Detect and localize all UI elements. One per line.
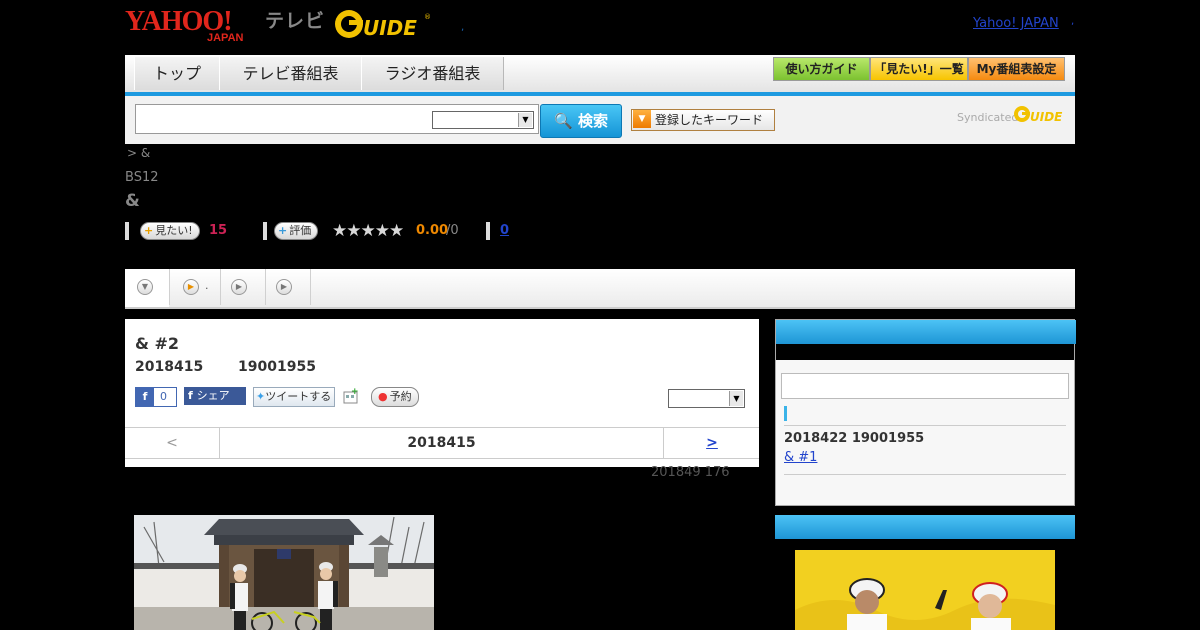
next-episode-datetime: 2018422 19001955 — [784, 431, 925, 446]
nav-tab-radio-schedule[interactable]: ラジオ番組表 — [361, 57, 504, 90]
rating-stars: ★★★★★ — [332, 221, 404, 241]
yahoo-japan-link[interactable]: Yahoo! JAPAN — [973, 16, 1059, 31]
rate-label: 評価 — [289, 224, 312, 237]
svg-text:®: ® — [424, 13, 431, 21]
plus-icon: + — [144, 224, 154, 237]
sidebar-field[interactable] — [781, 373, 1069, 399]
divider — [784, 425, 1066, 426]
registered-keywords-label: 登録したキーワード — [655, 113, 764, 127]
next-episode-panel: 2018422 19001955 & #1 — [775, 319, 1076, 506]
divider — [486, 222, 490, 240]
svg-text:+: + — [351, 388, 359, 397]
section-marker — [784, 406, 787, 421]
plus-icon: + — [278, 224, 288, 237]
program-banner-image[interactable] — [795, 550, 1055, 630]
current-date: 2018415 — [407, 435, 476, 451]
reserve-recording-button[interactable]: ● 予約 — [371, 387, 419, 407]
next-date-link[interactable]: > — [663, 428, 760, 458]
want-to-watch-button[interactable]: + 見たい! — [140, 222, 200, 240]
tab-3-play-icon[interactable]: ▶ — [231, 279, 247, 295]
sidebar-section-header — [775, 515, 1075, 539]
search-bar: ▼ 🔍 検索 ▼ 登録したキーワード Syndicated UIDE — [125, 96, 1075, 144]
watch-list-button[interactable]: 「見たい!」一覧 — [870, 57, 968, 81]
panel-strip — [776, 344, 1074, 360]
date-navigation: < 2018415 > — [125, 427, 759, 459]
search-category-select[interactable]: ▼ — [432, 111, 534, 129]
episode-panel: & #2 2018415 19001955 f0 f シェア ✦ツイートする +… — [125, 319, 759, 467]
episode-date: 2018415 — [135, 359, 204, 375]
chevron-down-icon: ▼ — [729, 391, 743, 406]
tab-2-play-icon[interactable]: ▶ — [183, 279, 199, 295]
tab-2-label[interactable]: . — [205, 279, 209, 292]
divider — [784, 474, 1066, 475]
twitter-bird-icon: ✦ — [256, 390, 266, 403]
chevron-down-icon: ▼ — [518, 113, 532, 127]
header-mark: , — [461, 22, 465, 33]
episode-title: & #2 — [135, 334, 180, 353]
svg-text:JAPAN: JAPAN — [207, 32, 244, 42]
search-icon: 🔍 — [554, 112, 573, 130]
divider — [220, 269, 221, 305]
registered-keywords-button[interactable]: ▼ 登録したキーワード — [631, 109, 775, 131]
tweet-label: ツイートする — [265, 390, 332, 403]
gguide-small-logo: UIDE — [1014, 106, 1063, 124]
svg-text:UIDE: UIDE — [1030, 110, 1063, 124]
tweet-button[interactable]: ✦ツイートする — [253, 387, 335, 407]
usage-guide-button[interactable]: 使い方ガイド — [773, 57, 870, 81]
divider — [310, 269, 311, 305]
rating-score: 0.00 — [416, 223, 449, 238]
triangle-down-icon: ▼ — [633, 110, 651, 128]
reserve-label: 予約 — [389, 390, 412, 403]
add-to-schedule-icon[interactable]: + — [343, 388, 359, 404]
program-title: & — [125, 191, 140, 211]
next-episode-link[interactable]: & #1 — [784, 450, 817, 465]
search-button[interactable]: 🔍 検索 — [540, 104, 622, 138]
tab-4-play-icon[interactable]: ▶ — [276, 279, 292, 295]
review-count-link[interactable]: 0 — [500, 223, 509, 238]
yahoo-japan-logo[interactable]: YAHOO! JAPAN — [125, 6, 263, 42]
facebook-like-count: 0 — [160, 390, 167, 403]
search-button-label: 検索 — [577, 112, 608, 130]
divider — [263, 222, 267, 240]
divider — [169, 269, 170, 305]
facebook-icon: f — [188, 389, 197, 402]
record-dot-icon: ● — [378, 390, 388, 403]
facebook-like-button[interactable]: f0 — [135, 387, 177, 407]
episode-select[interactable]: ▼ — [668, 389, 745, 408]
nav-tab-top[interactable]: トップ — [134, 57, 220, 90]
program-photo — [134, 487, 434, 630]
gguide-logo[interactable]: UIDE ® — [333, 7, 433, 41]
update-info: 201849 176 — [651, 465, 730, 480]
svg-text:UIDE: UIDE — [363, 16, 417, 40]
main-nav: トップ テレビ番組表 ラジオ番組表 使い方ガイド 「見たい!」一覧 My番組表設… — [125, 55, 1075, 96]
program-tabs: ▼ ▶ . ▶ ▶ — [125, 269, 1075, 309]
my-schedule-settings-button[interactable]: My番組表設定 — [968, 57, 1065, 81]
divider — [125, 222, 129, 240]
want-to-watch-count: 15 — [209, 223, 228, 238]
next-episode-header — [776, 320, 1076, 344]
rating-count: /0 — [446, 223, 459, 238]
facebook-icon: f — [136, 388, 154, 406]
facebook-share-label: シェア — [196, 389, 230, 402]
previous-date-link[interactable]: < — [125, 428, 220, 458]
syndicated-label: Syndicated — [957, 111, 1019, 124]
nav-tab-tv-schedule[interactable]: テレビ番組表 — [219, 57, 362, 90]
yahoo-link-suffix: , — [1071, 16, 1075, 27]
channel-name: BS12 — [125, 170, 159, 185]
tv-label: テレビ — [265, 10, 326, 32]
breadcrumb[interactable]: > & — [127, 146, 150, 160]
tab-1-toggle-icon[interactable]: ▼ — [137, 279, 153, 295]
facebook-share-button[interactable]: f シェア — [184, 387, 246, 405]
episode-time: 19001955 — [238, 359, 316, 375]
want-to-watch-label: 見たい! — [155, 224, 193, 237]
rate-button[interactable]: + 評価 — [274, 222, 319, 240]
divider — [265, 269, 266, 305]
